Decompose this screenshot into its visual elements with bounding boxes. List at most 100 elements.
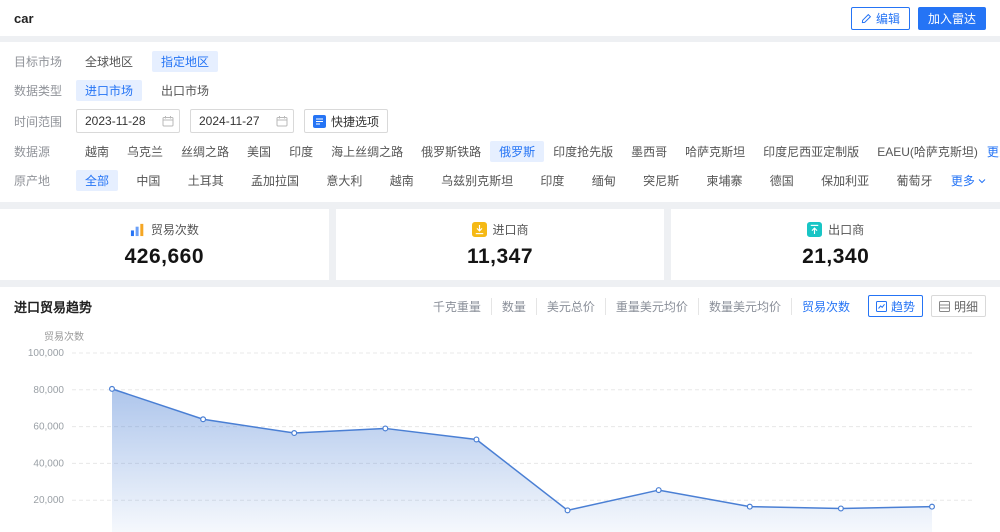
origin-option[interactable]: 印度 xyxy=(531,170,573,191)
svg-text:20,000: 20,000 xyxy=(33,495,64,506)
metric-trade-count[interactable]: 贸易次数 xyxy=(792,298,860,315)
stat-value: 21,340 xyxy=(802,245,870,268)
data-source-option[interactable]: 墨西哥 xyxy=(622,141,676,162)
svg-text:40,000: 40,000 xyxy=(33,458,64,469)
chart-options: 千克重量 数量 美元总价 重量美元均价 数量美元均价 贸易次数 趋势 明细 xyxy=(423,295,986,317)
data-source-option-selected[interactable]: 俄罗斯 xyxy=(490,141,545,162)
stat-label: 出口商 xyxy=(828,223,865,237)
origin-option[interactable]: 突尼斯 xyxy=(634,170,688,191)
edit-pencil-icon xyxy=(861,13,872,23)
origin-option[interactable]: 保加利亚 xyxy=(812,170,878,191)
svg-text:60,000: 60,000 xyxy=(33,422,64,433)
page-title: car xyxy=(14,10,34,26)
trend-chart-icon xyxy=(875,300,887,312)
trend-chart-panel: 进口贸易趋势 千克重量 数量 美元总价 重量美元均价 数量美元均价 贸易次数 趋… xyxy=(0,287,1000,532)
metric-usd-per-weight[interactable]: 重量美元均价 xyxy=(606,297,699,315)
data-type-label: 数据类型 xyxy=(14,84,63,98)
metric-usd-total[interactable]: 美元总价 xyxy=(537,297,606,315)
filter-row-origin: 原产地 全部 中国 土耳其 孟加拉国 意大利 越南 乌兹别克斯坦 印度 缅甸 突… xyxy=(14,166,986,195)
importer-icon xyxy=(471,222,487,237)
origin-more-link[interactable]: 更多 xyxy=(951,172,986,189)
more-label: 更多 xyxy=(986,145,1000,159)
origin-option[interactable]: 孟加拉国 xyxy=(242,170,308,191)
metric-quantity[interactable]: 数量 xyxy=(492,297,537,315)
bar-chart-icon xyxy=(130,223,144,237)
target-market-label: 目标市场 xyxy=(14,55,63,69)
stat-label: 进口商 xyxy=(492,223,529,237)
origin-option[interactable]: 柬埔寨 xyxy=(697,170,751,191)
metric-usd-per-quantity[interactable]: 数量美元均价 xyxy=(699,297,792,315)
end-date-wrap xyxy=(190,109,294,133)
data-source-option[interactable]: EAEU(哈萨克斯坦) xyxy=(868,141,987,162)
origin-option-selected[interactable]: 全部 xyxy=(76,170,119,191)
trend-button-label: 趋势 xyxy=(890,299,915,314)
data-source-option[interactable]: 海上丝绸之路 xyxy=(322,141,412,162)
top-actions: 编辑 加入雷达 xyxy=(850,6,986,30)
stat-card-importers: 进口商 11,347 xyxy=(335,209,665,280)
filter-panel: 目标市场 全球地区 指定地区 数据类型 进口市场 出口市场 时间范围 快捷选项 … xyxy=(0,42,1000,202)
option-global-region[interactable]: 全球地区 xyxy=(76,51,142,72)
stat-label: 贸易次数 xyxy=(150,223,199,237)
chevron-down-icon xyxy=(978,178,986,183)
data-source-option[interactable]: 越南 xyxy=(76,141,118,162)
chart-header: 进口贸易趋势 千克重量 数量 美元总价 重量美元均价 数量美元均价 贸易次数 趋… xyxy=(14,295,986,324)
area-chart-svg: 020,00040,00060,00080,000100,0002023-122… xyxy=(28,348,972,532)
origin-option[interactable]: 缅甸 xyxy=(583,170,625,191)
calendar-icon[interactable] xyxy=(276,115,288,127)
option-specified-region[interactable]: 指定地区 xyxy=(152,51,219,72)
filter-row-target-market: 目标市场 全球地区 指定地区 xyxy=(14,47,986,76)
origin-option[interactable]: 德国 xyxy=(761,170,803,191)
more-label: 更多 xyxy=(950,174,975,188)
origin-option[interactable]: 越南 xyxy=(381,170,423,191)
origin-option[interactable]: 意大利 xyxy=(317,170,371,191)
svg-text:80,000: 80,000 xyxy=(33,385,64,396)
trend-view-button[interactable]: 趋势 xyxy=(867,295,923,317)
origin-option[interactable]: 中国 xyxy=(127,170,169,191)
data-source-more-link[interactable]: 更多 xyxy=(987,143,1000,160)
data-source-option[interactable]: 美国 xyxy=(238,141,280,162)
origin-options: 全部 中国 土耳其 孟加拉国 意大利 越南 乌兹别克斯坦 印度 缅甸 突尼斯 柬… xyxy=(76,170,986,191)
data-source-label: 数据源 xyxy=(14,145,51,159)
y-axis-label: 贸易次数 xyxy=(44,332,84,343)
option-export-market[interactable]: 出口市场 xyxy=(152,80,218,101)
add-to-radar-button[interactable]: 加入雷达 xyxy=(917,6,986,30)
time-range-label: 时间范围 xyxy=(14,114,63,129)
edit-button[interactable]: 编辑 xyxy=(850,6,910,30)
stat-value: 11,347 xyxy=(466,245,534,268)
metric-kg-weight[interactable]: 千克重量 xyxy=(423,297,492,315)
edit-button-label: 编辑 xyxy=(875,11,900,26)
stat-card-trade-count: 贸易次数 426,660 xyxy=(0,209,329,280)
filter-row-data-source: 数据源 越南 乌克兰 丝绸之路 美国 印度 海上丝绸之路 俄罗斯铁路 俄罗斯 印… xyxy=(14,137,1000,166)
chart-title: 进口贸易趋势 xyxy=(14,299,93,315)
stat-value: 426,660 xyxy=(124,245,205,268)
origin-option[interactable]: 葡萄牙 xyxy=(887,170,941,191)
start-date-wrap xyxy=(76,109,180,133)
data-source-option[interactable]: 印度尼西亚定制版 xyxy=(754,141,868,162)
option-import-market[interactable]: 进口市场 xyxy=(76,80,143,101)
data-source-option[interactable]: 丝绸之路 xyxy=(172,141,238,162)
stats-row: 贸易次数 426,660 进口商 11,347 出口商 21,340 xyxy=(0,209,1000,280)
calendar-icon[interactable] xyxy=(162,115,174,127)
origin-label: 原产地 xyxy=(14,174,51,188)
quick-options-button[interactable]: 快捷选项 xyxy=(304,109,389,133)
data-source-option[interactable]: 乌克兰 xyxy=(118,141,172,162)
svg-text:100,000: 100,000 xyxy=(28,348,65,359)
exporter-icon xyxy=(807,222,823,237)
detail-button-label: 明细 xyxy=(953,299,978,314)
data-source-option[interactable]: 印度抢先版 xyxy=(544,141,622,162)
quick-options-icon xyxy=(313,114,326,128)
filter-row-data-type: 数据类型 进口市场 出口市场 xyxy=(14,76,986,105)
quick-options-label: 快捷选项 xyxy=(331,114,380,129)
data-source-option[interactable]: 哈萨克斯坦 xyxy=(676,141,754,162)
radar-button-label: 加入雷达 xyxy=(927,11,976,26)
top-bar: car 编辑 加入雷达 xyxy=(0,0,1000,36)
data-source-option[interactable]: 俄罗斯铁路 xyxy=(412,141,490,162)
stat-card-exporters: 出口商 21,340 xyxy=(671,209,1000,280)
detail-table-icon xyxy=(938,300,950,312)
detail-view-button[interactable]: 明细 xyxy=(930,295,986,317)
data-source-option[interactable]: 印度 xyxy=(280,141,322,162)
origin-option[interactable]: 乌兹别克斯坦 xyxy=(432,170,522,191)
filter-row-time-range: 时间范围 快捷选项 xyxy=(14,105,986,137)
data-source-options: 越南 乌克兰 丝绸之路 美国 印度 海上丝绸之路 俄罗斯铁路 俄罗斯 印度抢先版… xyxy=(76,141,1000,162)
origin-option[interactable]: 土耳其 xyxy=(179,170,233,191)
